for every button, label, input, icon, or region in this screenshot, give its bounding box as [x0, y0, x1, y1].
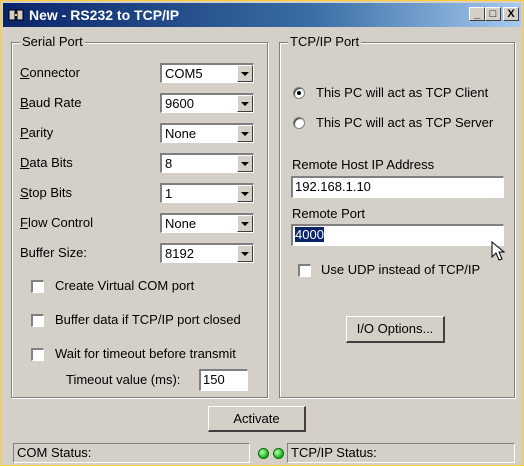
chevron-down-icon[interactable]: [237, 125, 253, 142]
parity-select[interactable]: None: [160, 123, 254, 143]
stop-bits-select[interactable]: 1: [160, 183, 254, 203]
activate-button[interactable]: Activate: [208, 406, 306, 432]
window-title: New - RS232 to TCP/IP: [29, 7, 180, 23]
tcp-client-radio[interactable]: [293, 87, 305, 99]
com-status: COM Status:: [13, 443, 250, 463]
baud-rate-value: 9600: [165, 96, 194, 111]
buffer-data-checkbox[interactable]: [31, 314, 44, 327]
wait-timeout-label[interactable]: Wait for timeout before transmit: [55, 346, 236, 362]
tcpip-port-group: TCP/IP Port This PC will act as TCP Clie…: [279, 34, 515, 398]
flow-control-select[interactable]: None: [160, 213, 254, 233]
timeout-input[interactable]: 150: [199, 369, 248, 391]
baud-rate-label: Baud Rate: [20, 95, 82, 110]
parity-value: None: [165, 126, 197, 141]
chevron-down-icon[interactable]: [237, 245, 253, 262]
remote-port-input[interactable]: 4000: [291, 224, 504, 246]
buffer-size-value: 8192: [165, 246, 194, 261]
virtual-com-label[interactable]: Create Virtual COM port: [55, 278, 194, 294]
minimize-button[interactable]: _: [469, 7, 485, 21]
tcpip-port-legend: TCP/IP Port: [288, 34, 362, 50]
chevron-down-icon[interactable]: [237, 95, 253, 112]
buffer-data-label[interactable]: Buffer data if TCP/IP port closed: [55, 312, 241, 328]
virtual-com-checkbox[interactable]: [31, 280, 44, 293]
serial-port-group: Serial Port Connector COM5 Baud Rate 960…: [11, 34, 268, 398]
tcp-server-label[interactable]: This PC will act as TCP Server: [316, 115, 493, 131]
remote-port-value: 4000: [295, 227, 324, 242]
com-status-led-icon: [258, 448, 269, 459]
mouse-cursor-icon: [491, 241, 506, 261]
connector-label-rest: onnector: [29, 65, 80, 80]
tcp-status-led-icon: [273, 448, 284, 459]
use-udp-label[interactable]: Use UDP instead of TCP/IP: [321, 262, 480, 278]
remote-host-label: Remote Host IP Address: [292, 157, 435, 172]
connector-label: Connector: [20, 65, 80, 80]
tcp-server-radio[interactable]: [293, 117, 305, 129]
io-options-button[interactable]: I/O Options...: [346, 316, 445, 343]
serial-app-icon: [8, 9, 24, 21]
connector-select[interactable]: COM5: [160, 63, 254, 83]
serial-port-legend: Serial Port: [20, 34, 85, 50]
baud-rate-select[interactable]: 9600: [160, 93, 254, 113]
use-udp-checkbox[interactable]: [298, 264, 311, 277]
connector-value: COM5: [165, 66, 203, 81]
parity-label: Parity: [20, 125, 54, 140]
stop-bits-value: 1: [165, 186, 173, 201]
buffer-size-select[interactable]: 8192: [160, 243, 254, 263]
wait-timeout-checkbox[interactable]: [31, 348, 44, 361]
buffer-size-label: Buffer Size:: [20, 245, 87, 260]
chevron-down-icon[interactable]: [237, 185, 253, 202]
timeout-label: Timeout value (ms):: [66, 372, 181, 387]
remote-host-input[interactable]: 192.168.1.10: [291, 176, 504, 198]
chevron-down-icon[interactable]: [237, 215, 253, 232]
stop-bits-label: Stop Bits: [20, 185, 73, 200]
chevron-down-icon[interactable]: [237, 65, 253, 82]
chevron-down-icon[interactable]: [237, 155, 253, 172]
app-window: New - RS232 to TCP/IP _ □ X Serial Port …: [0, 0, 524, 466]
data-bits-value: 8: [165, 156, 173, 171]
data-bits-select[interactable]: 8: [160, 153, 254, 173]
tcp-client-label[interactable]: This PC will act as TCP Client: [316, 85, 488, 101]
tcpip-status: TCP/IP Status:: [287, 443, 515, 463]
remote-port-label: Remote Port: [292, 206, 365, 221]
close-button[interactable]: X: [503, 7, 519, 21]
maximize-button[interactable]: □: [485, 7, 501, 21]
flow-control-value: None: [165, 216, 197, 231]
data-bits-label: Data Bits: [20, 155, 73, 170]
title-bar[interactable]: New - RS232 to TCP/IP _ □ X: [3, 3, 521, 27]
flow-control-label: Flow Control: [20, 215, 93, 230]
